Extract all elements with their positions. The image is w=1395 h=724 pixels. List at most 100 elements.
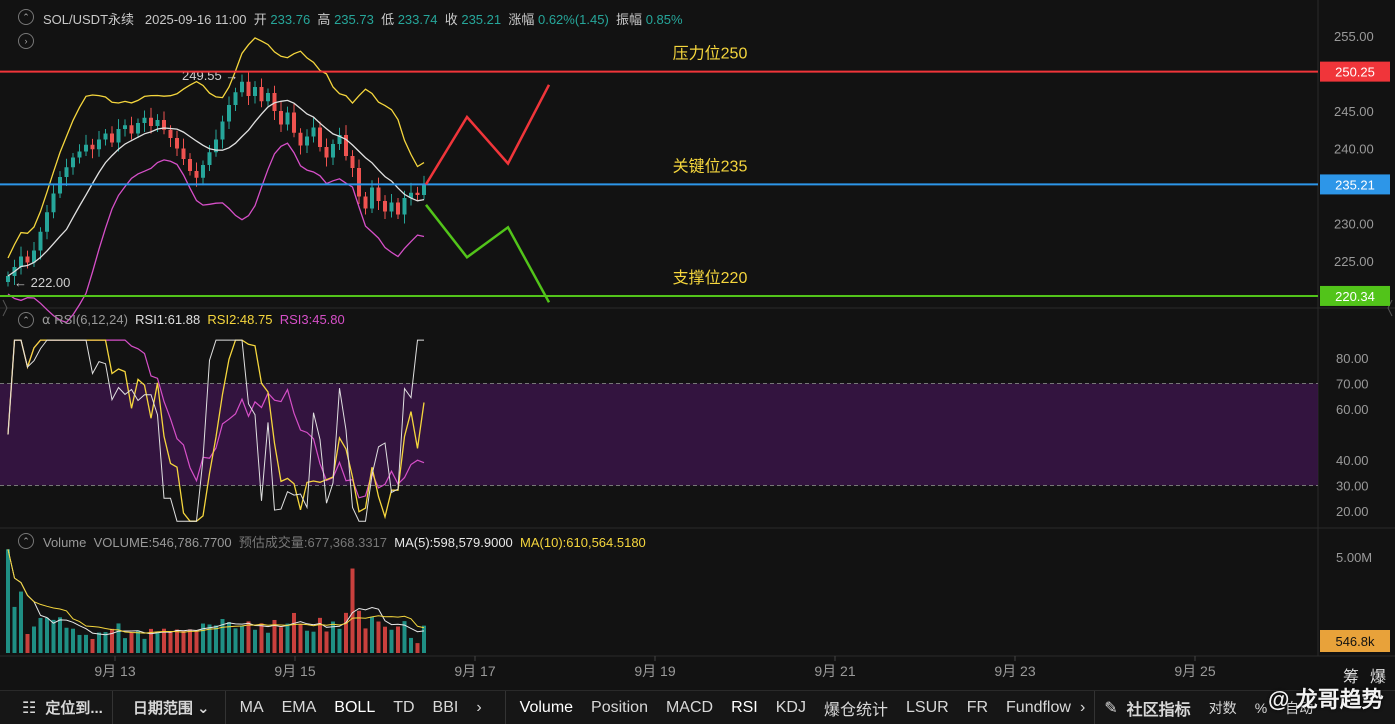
volume-header: Volume VOLUME:546,786.7700 预估成交量:677,368… bbox=[43, 532, 646, 551]
candle-body bbox=[201, 165, 205, 178]
volume-bar bbox=[71, 628, 75, 653]
candle-body bbox=[149, 117, 153, 126]
sub-volume[interactable]: Volume bbox=[506, 699, 582, 717]
community-indicators[interactable]: 社区指标 bbox=[1127, 696, 1200, 720]
chart-root: 255.00250.00245.00240.00235.00230.00225.… bbox=[0, 0, 1395, 724]
change-value: 0.62%(1.45) bbox=[537, 12, 609, 27]
volume-bar bbox=[409, 637, 413, 653]
sub-kdj[interactable]: KDJ bbox=[767, 699, 815, 717]
collapse-icon[interactable]: ⌃ bbox=[18, 9, 34, 25]
volume-tick-0: 5.00M bbox=[1336, 550, 1372, 565]
ind-ema[interactable]: EMA bbox=[273, 699, 326, 717]
volume-bar bbox=[90, 638, 95, 653]
candle-body bbox=[331, 144, 335, 158]
time-tick-5: 9月 23 bbox=[994, 663, 1035, 679]
candle-body bbox=[246, 81, 251, 96]
volume-bar bbox=[136, 630, 140, 653]
edit-icon[interactable]: ✎ bbox=[1095, 698, 1126, 718]
ind-bbi[interactable]: BBI bbox=[424, 699, 468, 717]
rsi3-label: RSI3:45.80 bbox=[279, 312, 345, 327]
time-tick-0: 9月 13 bbox=[94, 663, 135, 679]
volume-bar bbox=[259, 623, 264, 653]
volume-badge-text: 546.8k bbox=[1335, 634, 1375, 649]
volume-bar bbox=[214, 625, 218, 653]
sub-liquidation[interactable]: 爆仓统计 bbox=[815, 696, 897, 720]
volume-bar bbox=[357, 610, 361, 653]
candle-body bbox=[402, 198, 407, 215]
candle-body bbox=[253, 87, 257, 96]
rsi-tick-0: 80.00 bbox=[1336, 351, 1369, 366]
candle-body bbox=[350, 156, 355, 168]
volume-bar bbox=[311, 631, 316, 653]
datetime-label: 2025-09-16 11:00 bbox=[144, 12, 247, 27]
candle-body bbox=[71, 157, 75, 168]
sub-fundflow[interactable]: Fundflow bbox=[997, 699, 1080, 717]
volume-ma10: MA(10):610,564.5180 bbox=[520, 535, 646, 550]
volume-bar bbox=[51, 619, 56, 653]
ind-ma[interactable]: MA bbox=[226, 699, 273, 717]
volume-bar bbox=[45, 617, 49, 653]
rsi-header: ⍺ RSI(6,12,24) RSI1:61.88 RSI2:48.75 RSI… bbox=[42, 312, 345, 328]
candle-body bbox=[363, 196, 368, 209]
bell-icon[interactable]: ⍺ bbox=[42, 312, 51, 327]
sub-macd[interactable]: MACD bbox=[657, 699, 722, 717]
time-tick-3: 9月 19 bbox=[634, 663, 675, 679]
volume-bar bbox=[6, 549, 10, 653]
volume-bar bbox=[188, 629, 192, 653]
price-tick-2: 245.00 bbox=[1334, 104, 1374, 119]
rsi-collapse-icon[interactable]: ⌃ bbox=[18, 312, 34, 328]
candle-body bbox=[77, 151, 82, 158]
expand-icon[interactable]: › bbox=[18, 33, 34, 49]
time-tick-2: 9月 17 bbox=[454, 663, 495, 679]
volume-bar bbox=[389, 629, 394, 653]
rsi1-label: RSI1:61.88 bbox=[135, 312, 201, 327]
date-range-button[interactable]: 日期范围 ⌄ bbox=[113, 697, 219, 718]
price-tick-5: 230.00 bbox=[1334, 217, 1374, 232]
volume-collapse-icon[interactable]: ⌃ bbox=[18, 533, 34, 549]
chevron-right-icon-2[interactable]: › bbox=[1080, 699, 1094, 717]
open-value: 233.76 bbox=[270, 12, 311, 27]
sub-fr[interactable]: FR bbox=[958, 699, 997, 717]
rsi-tick-5: 20.00 bbox=[1336, 504, 1369, 519]
candle-body bbox=[285, 112, 290, 125]
chart-background bbox=[0, 0, 1395, 690]
level-badge-text-1: 235.21 bbox=[1335, 177, 1375, 192]
price-tick-6: 225.00 bbox=[1334, 254, 1374, 269]
rsi2-label: RSI2:48.75 bbox=[207, 312, 273, 327]
volume-bar bbox=[396, 626, 400, 653]
ind-td[interactable]: TD bbox=[384, 699, 423, 717]
candle-body bbox=[103, 133, 108, 140]
log-scale-button[interactable]: 对数 bbox=[1200, 698, 1246, 718]
volume-bar bbox=[350, 568, 355, 653]
candle-body bbox=[38, 231, 43, 251]
chart-canvas[interactable]: 255.00250.00245.00240.00235.00230.00225.… bbox=[0, 0, 1395, 690]
candle-body bbox=[97, 139, 101, 150]
sub-position[interactable]: Position bbox=[582, 699, 657, 717]
rsi-tick-2: 60.00 bbox=[1336, 402, 1369, 417]
candle-body bbox=[136, 123, 140, 134]
sub-lsur[interactable]: LSUR bbox=[897, 699, 958, 717]
volume-bar bbox=[298, 624, 303, 653]
candle-body bbox=[168, 129, 173, 138]
volume-bar bbox=[110, 628, 114, 653]
volume-bar bbox=[77, 634, 82, 653]
volume-bar bbox=[415, 643, 420, 653]
candle-body bbox=[370, 187, 374, 209]
volume-bar bbox=[58, 617, 62, 653]
rsi-tick-1: 70.00 bbox=[1336, 377, 1369, 392]
amplitude-value: 0.85% bbox=[645, 12, 683, 27]
sub-rsi[interactable]: RSI bbox=[722, 699, 767, 717]
symbol-label: SOL/USDT永续 bbox=[43, 12, 135, 27]
locate-button[interactable]: 定位到... bbox=[45, 697, 112, 718]
volume-bar bbox=[376, 621, 381, 653]
candle-body bbox=[123, 125, 127, 129]
calendar-icon[interactable]: ☷ bbox=[0, 698, 45, 718]
candle-body bbox=[259, 87, 264, 102]
chevron-right-icon[interactable]: › bbox=[467, 699, 490, 717]
ind-boll[interactable]: BOLL bbox=[325, 699, 384, 717]
volume-bar bbox=[292, 612, 296, 653]
volume-bar bbox=[370, 616, 374, 653]
time-tick-6: 9月 25 bbox=[1174, 663, 1215, 679]
candle-body bbox=[64, 167, 69, 177]
volume-bar bbox=[422, 625, 426, 653]
